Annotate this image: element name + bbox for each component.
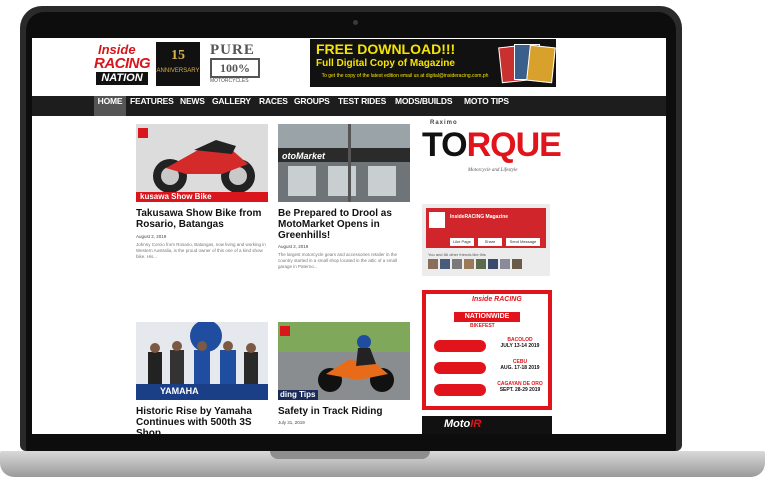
- track-riding-image: [278, 322, 410, 400]
- nav-test-rides[interactable]: TEST RIDES: [338, 96, 386, 116]
- pure-percent: 100%: [210, 58, 260, 78]
- article-excerpt: Johnny Corcio from Rosario, Batangas, no…: [136, 242, 266, 259]
- thumb-caption: ding Tips: [280, 390, 316, 399]
- article-date: August 2, 2019: [278, 244, 309, 249]
- bikefest-panel: Inside RACING NATIONWIDE BIKEFEST BACOLO…: [426, 294, 548, 406]
- nav-races[interactable]: RACES: [259, 96, 288, 116]
- friend-avatar[interactable]: [476, 259, 486, 269]
- stop-marker: [434, 362, 486, 374]
- site-logo[interactable]: Inside RACING NATION: [94, 42, 151, 86]
- article-card[interactable]: otoMarket Be Prepared to Drool as MotoMa…: [278, 124, 412, 294]
- anniversary-number: 15: [171, 48, 185, 63]
- thumb-caption: otoMarket: [282, 151, 326, 161]
- article-title[interactable]: Takusawa Show Bike from Rosario, Batanga…: [136, 208, 270, 230]
- pure-100-badge: PURE 100% MOTORCYCLES: [210, 42, 260, 86]
- stop-dates: JULY 13-14 2019: [500, 343, 540, 349]
- main-nav: HOME FEATURES NEWS GALLERY RACES GROUPS …: [32, 96, 666, 116]
- magazine-cover: [526, 44, 556, 84]
- group-photo-image: [136, 322, 268, 400]
- page-avatar: [429, 212, 445, 228]
- stop-dates: SEPT. 28-29 2019: [499, 387, 541, 393]
- friend-avatar[interactable]: [464, 259, 474, 269]
- magazine-covers-image: [498, 42, 556, 84]
- torque-logo: TORQUE: [422, 126, 562, 165]
- article-excerpt: The largest motorcycle gears and accesso…: [278, 252, 398, 269]
- site-header: Inside RACING NATION 15 ANNIVERSARY PURE…: [32, 38, 666, 96]
- nav-moto-tips[interactable]: MOTO TIPS: [464, 96, 509, 116]
- motoir-logo: MotoIR: [444, 418, 481, 430]
- article-thumbnail[interactable]: ding Tips: [278, 322, 410, 400]
- motoir-text-b: IR: [470, 418, 482, 430]
- friends-like-text: You and 86 other friends like this: [428, 252, 486, 257]
- bikefest-title: NATIONWIDE: [454, 312, 520, 322]
- bikefest-subtitle: BIKEFEST: [470, 323, 495, 329]
- bikefest-logo: Inside RACING: [472, 296, 522, 303]
- article-thumbnail[interactable]: YAMAHA: [136, 322, 268, 400]
- facebook-cover[interactable]: InsideRACING Magazine Like Page Share Se…: [426, 208, 546, 248]
- article-title[interactable]: Be Prepared to Drool as MotoMarket Opens…: [278, 208, 412, 241]
- article-title[interactable]: Historic Rise by Yamaha Continues with 5…: [136, 406, 270, 434]
- stop-dates: AUG. 17-18 2019: [500, 365, 540, 371]
- nav-gallery[interactable]: GALLERY: [212, 96, 251, 116]
- stop-marker: [434, 340, 486, 352]
- anniversary-text: ANNIVERSARY: [156, 68, 200, 74]
- motoir-text-a: Moto: [444, 418, 471, 430]
- article-card[interactable]: kusawa Show Bike Takusawa Show Bike from…: [136, 124, 270, 274]
- anniversary-badge: 15 ANNIVERSARY: [156, 42, 200, 86]
- article-card[interactable]: YAMAHA Historic Rise by Yamaha Continues…: [136, 322, 270, 434]
- sidebar: Raximo TORQUE Motorcycle and Lifestyle I…: [422, 118, 662, 434]
- article-date: August 2, 2019: [136, 234, 167, 239]
- send-message-button[interactable]: Send Message: [506, 238, 540, 246]
- webcam-icon: [353, 20, 358, 25]
- thumb-caption: YAMAHA: [160, 386, 199, 396]
- friend-avatar[interactable]: [440, 259, 450, 269]
- pure-word: PURE: [210, 42, 255, 58]
- nav-home[interactable]: HOME: [94, 96, 126, 116]
- torque-big-a: TO: [422, 126, 468, 164]
- friend-avatar[interactable]: [428, 259, 438, 269]
- storefront-image: [278, 124, 410, 202]
- torque-ad[interactable]: Raximo TORQUE Motorcycle and Lifestyle: [422, 120, 562, 180]
- facebook-page-name[interactable]: InsideRACING Magazine: [450, 214, 508, 220]
- article-date: July 31, 2019: [278, 420, 305, 425]
- logo-line-2: RACING: [94, 55, 151, 72]
- friend-avatar[interactable]: [500, 259, 510, 269]
- share-button[interactable]: Share: [478, 238, 502, 246]
- like-page-button[interactable]: Like Page: [450, 238, 474, 246]
- banner-note: To get the copy of the latest edition em…: [321, 73, 489, 79]
- article-thumbnail[interactable]: kusawa Show Bike: [136, 124, 268, 202]
- friend-avatar[interactable]: [452, 259, 462, 269]
- logo-line-3: NATION: [96, 72, 148, 85]
- thumb-caption: kusawa Show Bike: [140, 192, 212, 201]
- nav-news[interactable]: NEWS: [180, 96, 205, 116]
- facebook-page-widget: InsideRACING Magazine Like Page Share Se…: [422, 204, 550, 276]
- bikefest-ad[interactable]: Inside RACING NATIONWIDE BIKEFEST BACOLO…: [422, 290, 552, 410]
- torque-tagline: Motorcycle and Lifestyle: [468, 168, 518, 173]
- laptop-hinge-notch: [270, 451, 430, 459]
- article-card[interactable]: ding Tips Safety in Track Riding July 31…: [278, 322, 412, 434]
- nav-features[interactable]: FEATURES: [130, 96, 174, 116]
- free-download-banner[interactable]: FREE DOWNLOAD!!! Full Digital Copy of Ma…: [310, 39, 556, 87]
- browser-screen: Inside RACING NATION 15 ANNIVERSARY PURE…: [32, 38, 666, 434]
- friend-avatar[interactable]: [512, 259, 522, 269]
- pure-tagline: MOTORCYCLES: [210, 78, 249, 84]
- banner-subline: Full Digital Copy of Magazine: [316, 58, 455, 69]
- article-thumbnail[interactable]: otoMarket: [278, 124, 410, 202]
- stop-marker: [434, 384, 486, 396]
- motoir-ad[interactable]: MotoIR: [422, 416, 552, 434]
- friend-avatar[interactable]: [488, 259, 498, 269]
- article-title[interactable]: Safety in Track Riding: [278, 406, 412, 417]
- nav-mods-builds[interactable]: MODS/BUILDS: [395, 96, 453, 116]
- motorcycle-image: [136, 124, 268, 202]
- nav-groups[interactable]: GROUPS: [294, 96, 330, 116]
- banner-headline: FREE DOWNLOAD!!!: [316, 41, 456, 57]
- torque-big-b: RQUE: [466, 126, 562, 164]
